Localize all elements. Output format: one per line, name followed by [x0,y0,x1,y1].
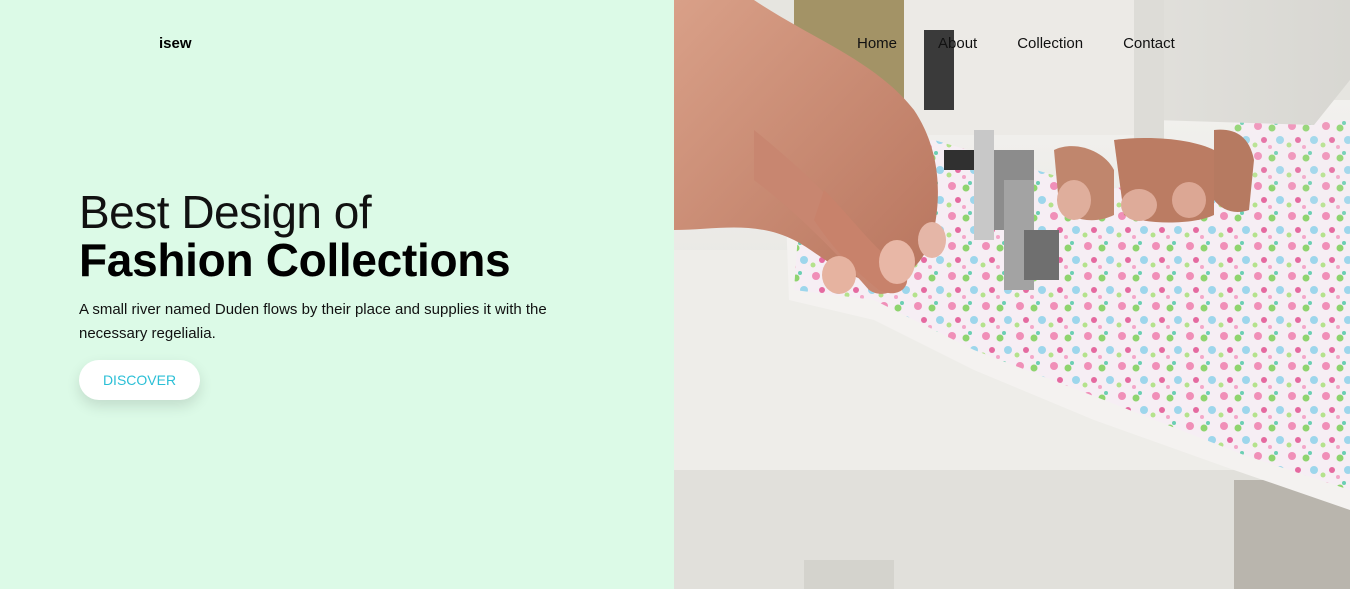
main-nav: Home About Collection Contact [857,35,1175,52]
nav-link-collection[interactable]: Collection [1017,35,1083,52]
hero-left-panel: isew Best Design of Fashion Collections … [0,0,674,589]
hero-title-line1: Best Design of [79,186,372,238]
nav-link-about[interactable]: About [938,35,977,52]
hero-description: A small river named Duden flows by their… [79,301,547,342]
sewing-machine-photo [674,0,1350,589]
hero-title-line2: Fashion Collections [79,234,511,286]
hero-image [674,0,1350,589]
nav-link-contact[interactable]: Contact [1123,35,1175,52]
discover-button[interactable]: DISCOVER [79,360,200,400]
site-logo[interactable]: isew [159,35,192,52]
nav-link-home[interactable]: Home [857,35,897,52]
